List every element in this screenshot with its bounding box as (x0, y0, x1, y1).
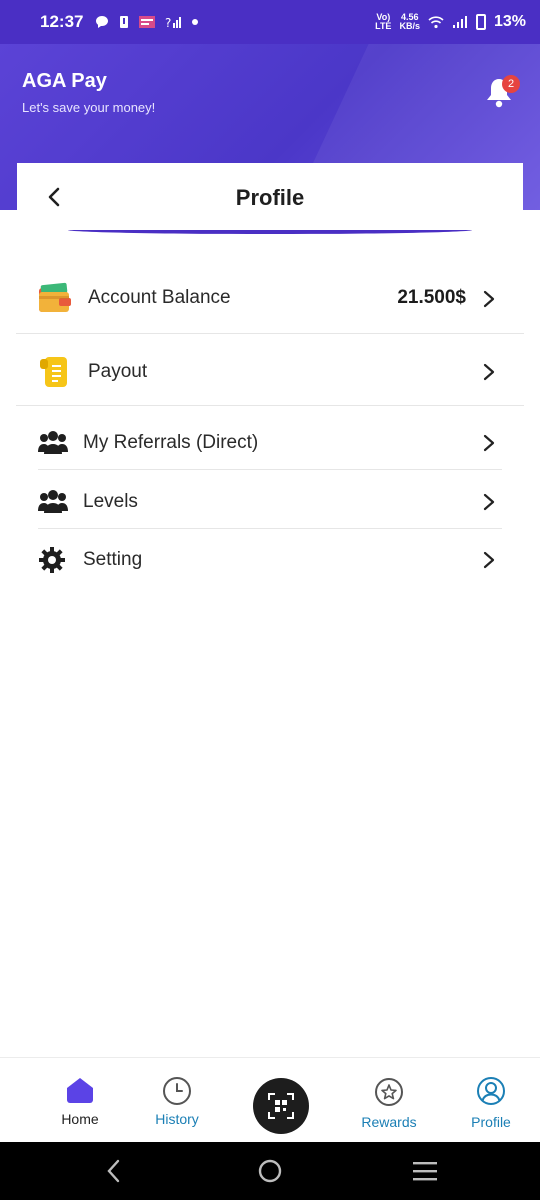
profile-user-icon (477, 1077, 505, 1105)
nav-history[interactable]: History (127, 1058, 227, 1143)
system-home-icon[interactable] (257, 1158, 283, 1184)
payout-label: Payout (88, 361, 148, 382)
divider (38, 469, 502, 470)
setting-row[interactable]: Setting (16, 532, 524, 586)
nav-profile-label: Profile (471, 1114, 511, 1130)
nav-home-label: Home (61, 1111, 99, 1127)
history-clock-icon (163, 1077, 191, 1105)
network-speed: 4.56 KB/s (399, 13, 420, 31)
scan-qr-button[interactable] (253, 1078, 309, 1134)
bottom-nav: Home History Rewards Profile (0, 1057, 540, 1142)
account-balance-row[interactable]: Account Balance 21.500$ (16, 268, 524, 332)
chevron-right-icon (483, 290, 495, 308)
notification-bell-icon[interactable] (484, 76, 514, 110)
chat-bubble-icon (96, 16, 109, 28)
profile-title-bar: Profile (17, 163, 523, 233)
notification-badge: 2 (502, 75, 520, 93)
nav-home[interactable]: Home (30, 1058, 130, 1143)
system-back-icon[interactable] (104, 1159, 124, 1183)
battery-saver-icon (120, 16, 129, 28)
divider (16, 405, 524, 406)
battery-icon (475, 14, 486, 30)
gear-icon (39, 547, 65, 573)
chevron-right-icon (483, 434, 495, 452)
svg-text:?: ? (165, 16, 171, 29)
levels-row[interactable]: Levels (16, 473, 524, 527)
status-bar: 12:37 ? Vo) LTE 4.56 KB/s 13% (0, 0, 540, 44)
home-icon (67, 1078, 93, 1103)
wifi-icon (428, 16, 444, 29)
payout-row[interactable]: Payout (16, 340, 524, 404)
network-speed-unit: KB/s (399, 21, 420, 31)
volte-bottom-text: LTE (375, 21, 392, 31)
divider (38, 528, 502, 529)
nav-rewards-label: Rewards (361, 1114, 417, 1130)
divider (16, 333, 524, 334)
account-balance-label: Account Balance (88, 287, 231, 308)
users-group-icon (38, 431, 68, 454)
my-referrals-label: My Referrals (Direct) (83, 432, 259, 453)
levels-label: Levels (83, 491, 138, 512)
status-time: 12:37 (40, 12, 84, 31)
levels-users-icon (38, 490, 68, 513)
payout-receipt-icon (40, 357, 67, 387)
system-nav-bar (0, 1142, 540, 1200)
app-title: AGA Pay (22, 70, 107, 92)
signal-icon (452, 16, 467, 28)
chevron-right-icon (483, 493, 495, 511)
nav-profile[interactable]: Profile (441, 1058, 540, 1143)
qr-scan-icon (268, 1093, 294, 1119)
no-signal-icon: ? (165, 16, 182, 29)
app-notification-icon (139, 16, 156, 28)
account-balance-value: 21.500$ (397, 287, 466, 308)
nav-history-label: History (155, 1111, 199, 1127)
chevron-right-icon (483, 363, 495, 381)
my-referrals-row[interactable]: My Referrals (Direct) (16, 414, 524, 468)
battery-percent: 13% (493, 13, 526, 30)
wallet-icon (39, 282, 71, 312)
chevron-right-icon (483, 551, 495, 569)
nav-rewards[interactable]: Rewards (339, 1058, 439, 1143)
page-title: Profile (235, 185, 305, 210)
volte-indicator: Vo) LTE (375, 13, 391, 31)
dot-icon (192, 19, 199, 25)
title-underline (68, 230, 472, 234)
system-recents-icon[interactable] (412, 1159, 438, 1183)
rewards-star-icon (375, 1078, 403, 1106)
setting-label: Setting (83, 549, 143, 570)
app-subtitle: Let's save your money! (22, 100, 156, 115)
